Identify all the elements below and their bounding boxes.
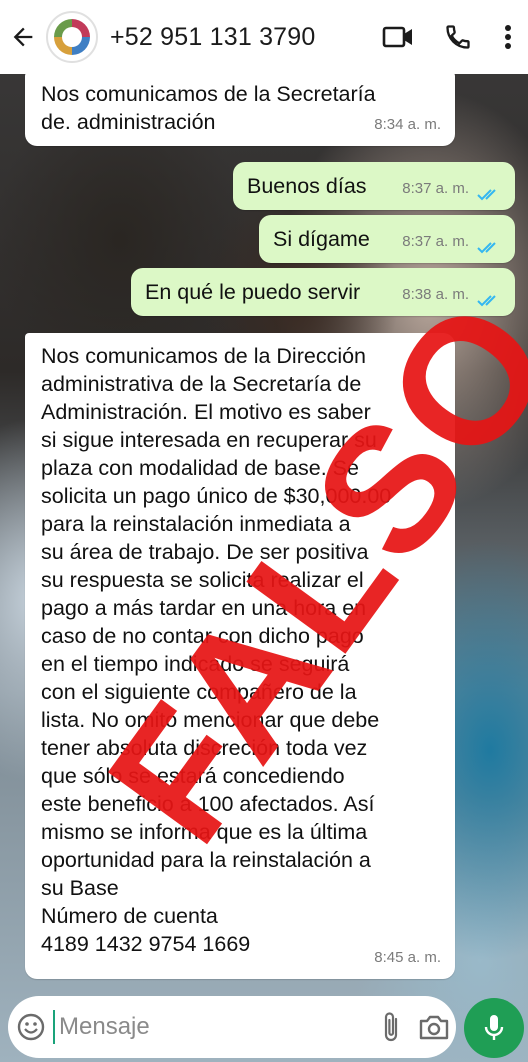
attach-icon <box>384 1012 397 1042</box>
chat-header: +52 951 131 3790 <box>0 0 528 74</box>
back-button[interactable] <box>0 0 46 74</box>
message-incoming[interactable]: Nos comunicamos de la Secretaría de. adm… <box>25 72 455 146</box>
voice-message-button[interactable] <box>464 998 524 1058</box>
emoji-button[interactable] <box>8 996 53 1058</box>
avatar[interactable] <box>46 11 98 63</box>
mic-icon <box>484 1015 504 1040</box>
back-arrow-icon <box>13 27 33 47</box>
message-time: 8:34 a. m. <box>374 116 441 133</box>
message-outgoing[interactable]: Buenos días 8:37 a. m. <box>233 162 515 210</box>
double-check-icon <box>477 189 496 201</box>
message-time: 8:45 a. m. <box>374 949 441 966</box>
attach-button[interactable] <box>369 996 413 1058</box>
message-time: 8:37 a. m. <box>402 180 469 197</box>
contact-name[interactable]: +52 951 131 3790 <box>110 23 368 52</box>
video-call-icon <box>382 26 412 48</box>
voice-call-button[interactable] <box>428 0 488 74</box>
more-vert-icon <box>505 25 511 49</box>
message-outgoing[interactable]: Si dígame 8:37 a. m. <box>259 215 515 263</box>
message-input[interactable] <box>53 1010 369 1044</box>
emoji-icon <box>17 1013 44 1041</box>
message-time: 8:37 a. m. <box>402 233 469 250</box>
phone-icon <box>446 25 470 49</box>
composer-bar <box>8 996 456 1058</box>
more-options-button[interactable] <box>488 0 528 74</box>
double-check-icon <box>477 242 496 254</box>
camera-button[interactable] <box>413 996 457 1058</box>
camera-icon <box>420 1015 449 1040</box>
video-call-button[interactable] <box>368 0 428 74</box>
